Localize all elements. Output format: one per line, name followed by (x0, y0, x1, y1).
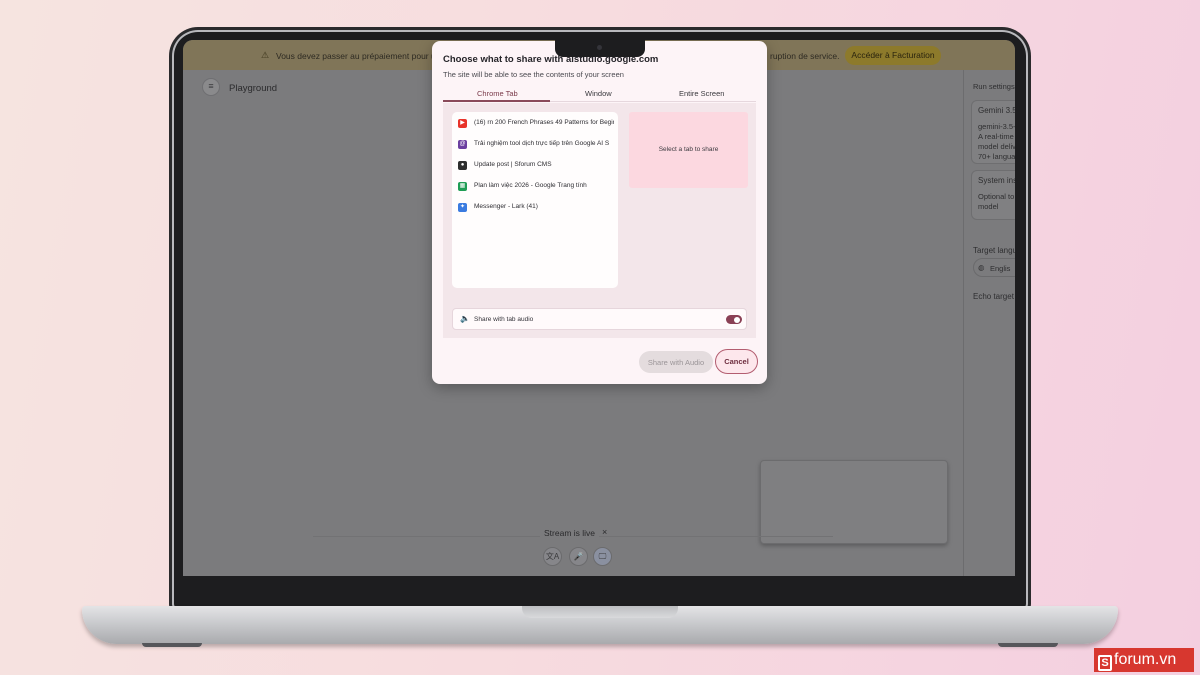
dialog-subtitle: The site will be able to see the content… (443, 70, 624, 79)
share-audio-toggle[interactable] (726, 315, 742, 324)
tab-title: Trải nghiệm tool dịch trực tiếp trên Goo… (474, 140, 610, 147)
list-item[interactable]: @ Trải nghiệm tool dịch trực tiếp trên G… (452, 135, 618, 155)
target-language-value: Englis (990, 264, 1011, 273)
menu-icon[interactable]: ≡ (202, 78, 220, 96)
share-source-tabs: Chrome Tab Window Entire Screen (443, 84, 756, 102)
camera-icon (597, 45, 602, 50)
lark-icon: ✦ (458, 203, 467, 212)
sforum-logo-mark: S (1098, 655, 1112, 671)
list-item[interactable]: ▦ Plan làm việc 2026 - Google Trang tính (452, 177, 618, 197)
model-name: Gemini 3.5 (978, 106, 1015, 115)
active-tab-indicator (443, 100, 550, 102)
billing-button[interactable]: Accéder à Facturation (845, 46, 941, 65)
share-screen-dialog: Choose what to share with aistudio.googl… (432, 41, 767, 384)
tab-title: (16) rn 200 French Phrases 49 Patterns f… (474, 119, 614, 126)
page-title: Playground (229, 83, 278, 94)
share-audio-label: Share with tab audio (474, 316, 534, 323)
tab-title: Update post | Sforum CMS (474, 161, 552, 168)
model-id: gemini-3.5- (978, 122, 1015, 131)
system-instructions-card[interactable]: System ins Optional to model (971, 170, 1015, 220)
speaker-icon: 🔈 (460, 314, 470, 323)
youtube-icon: ▶ (458, 119, 467, 128)
chrome-tab-list: ▶ (16) rn 200 French Phrases 49 Patterns… (452, 112, 618, 288)
list-item[interactable]: ✦ Messenger - Lark (41) (452, 198, 618, 218)
laptop-screen: ⚠ Vous devez passer au prépaiement pour … (183, 40, 1015, 576)
echo-target-label: Echo target (973, 292, 1014, 301)
tab-title: Messenger - Lark (41) (474, 203, 538, 210)
tab-title: Plan làm việc 2026 - Google Trang tính (474, 182, 587, 189)
globe-icon: ◍ (978, 263, 985, 272)
banner-message-end: ruption de service. (770, 51, 840, 61)
tab-preview: Select a tab to share (629, 112, 748, 188)
target-language-label: Target langu (973, 246, 1015, 255)
warning-icon: ⚠ (261, 50, 270, 60)
preview-placeholder: Select a tab to share (658, 146, 719, 153)
run-settings-heading: Run settings (973, 82, 1015, 91)
share-audio-row[interactable]: 🔈 Share with tab audio (452, 308, 747, 330)
target-language-select[interactable]: ◍ Englis (973, 258, 1015, 277)
tab-chrome-tab[interactable]: Chrome Tab (477, 89, 518, 98)
list-item[interactable]: ● Update post | Sforum CMS (452, 156, 618, 176)
system-instructions-title: System ins (978, 176, 1015, 185)
video-preview-card (760, 460, 948, 544)
screen-share-icon[interactable]: 🖵 (593, 547, 612, 566)
tab-window[interactable]: Window (585, 89, 612, 98)
laptop-foot (998, 643, 1058, 647)
close-icon[interactable]: × (602, 527, 607, 537)
at-icon: @ (458, 140, 467, 149)
system-instructions-desc: Optional to (978, 192, 1015, 201)
tab-entire-screen[interactable]: Entire Screen (679, 89, 724, 98)
watermark-text: forum.vn (1114, 651, 1177, 668)
run-settings-panel: Run settings Gemini 3.5 gemini-3.5- A re… (963, 70, 1015, 576)
screen-bezel (183, 576, 1015, 606)
model-description: model delive (978, 142, 1015, 151)
share-content-area: ▶ (16) rn 200 French Phrases 49 Patterns… (443, 103, 756, 338)
stream-status: Stream is live (540, 528, 600, 538)
sheets-icon: ▦ (458, 182, 467, 191)
sforum-watermark: Sforum.vn (1094, 648, 1194, 672)
translate-icon[interactable]: 文A (543, 547, 562, 566)
toggle-knob (734, 316, 740, 323)
system-instructions-desc: model (978, 202, 999, 211)
list-item[interactable]: ▶ (16) rn 200 French Phrases 49 Patterns… (452, 114, 618, 134)
model-description: 70+ langua (978, 152, 1015, 161)
cancel-button[interactable]: Cancel (715, 349, 758, 374)
microphone-icon[interactable]: 🎤 (569, 547, 588, 566)
share-button[interactable]: Share with Audio (639, 351, 713, 373)
banner-message: Vous devez passer au prépaiement pour u (276, 51, 436, 61)
model-description: A real-time (978, 132, 1014, 141)
laptop-opening-notch (522, 606, 678, 618)
laptop-foot (142, 643, 202, 647)
camera-notch (555, 40, 645, 57)
avatar-icon: ● (458, 161, 467, 170)
model-card[interactable]: Gemini 3.5 gemini-3.5- A real-time model… (971, 100, 1015, 164)
